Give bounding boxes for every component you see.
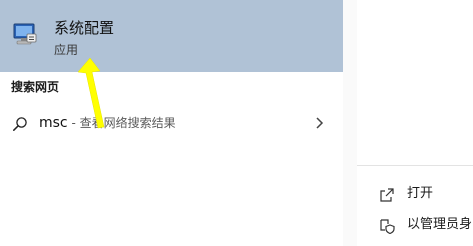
details-divider: [357, 165, 473, 166]
web-search-suggestion[interactable]: msc - 查看网络搜索结果: [0, 108, 343, 138]
web-search-query: msc - 查看网络搜索结果: [39, 114, 176, 132]
admin-shield-icon: [380, 219, 395, 234]
web-search-section-label: 搜索网页: [11, 80, 60, 94]
open-action-label: 打开: [407, 186, 434, 201]
query-hint: - 查看网络搜索结果: [67, 116, 176, 130]
run-as-admin-label: 以管理员身: [407, 217, 473, 232]
chevron-right-icon[interactable]: [314, 116, 324, 130]
app-title: 系统配置: [54, 19, 115, 37]
best-match-result[interactable]: 系统配置 应用: [0, 0, 343, 72]
system-config-app-icon: [13, 23, 37, 45]
details-pane: 打开 以管理员身: [343, 0, 473, 246]
details-panel: [357, 0, 473, 246]
query-text: msc: [39, 115, 68, 131]
search-icon: [13, 117, 27, 131]
app-type-label: 应用: [54, 43, 79, 57]
search-results-pane: 系统配置 应用 搜索网页 msc - 查看网络搜索结果: [0, 0, 343, 246]
open-icon: [380, 188, 394, 202]
